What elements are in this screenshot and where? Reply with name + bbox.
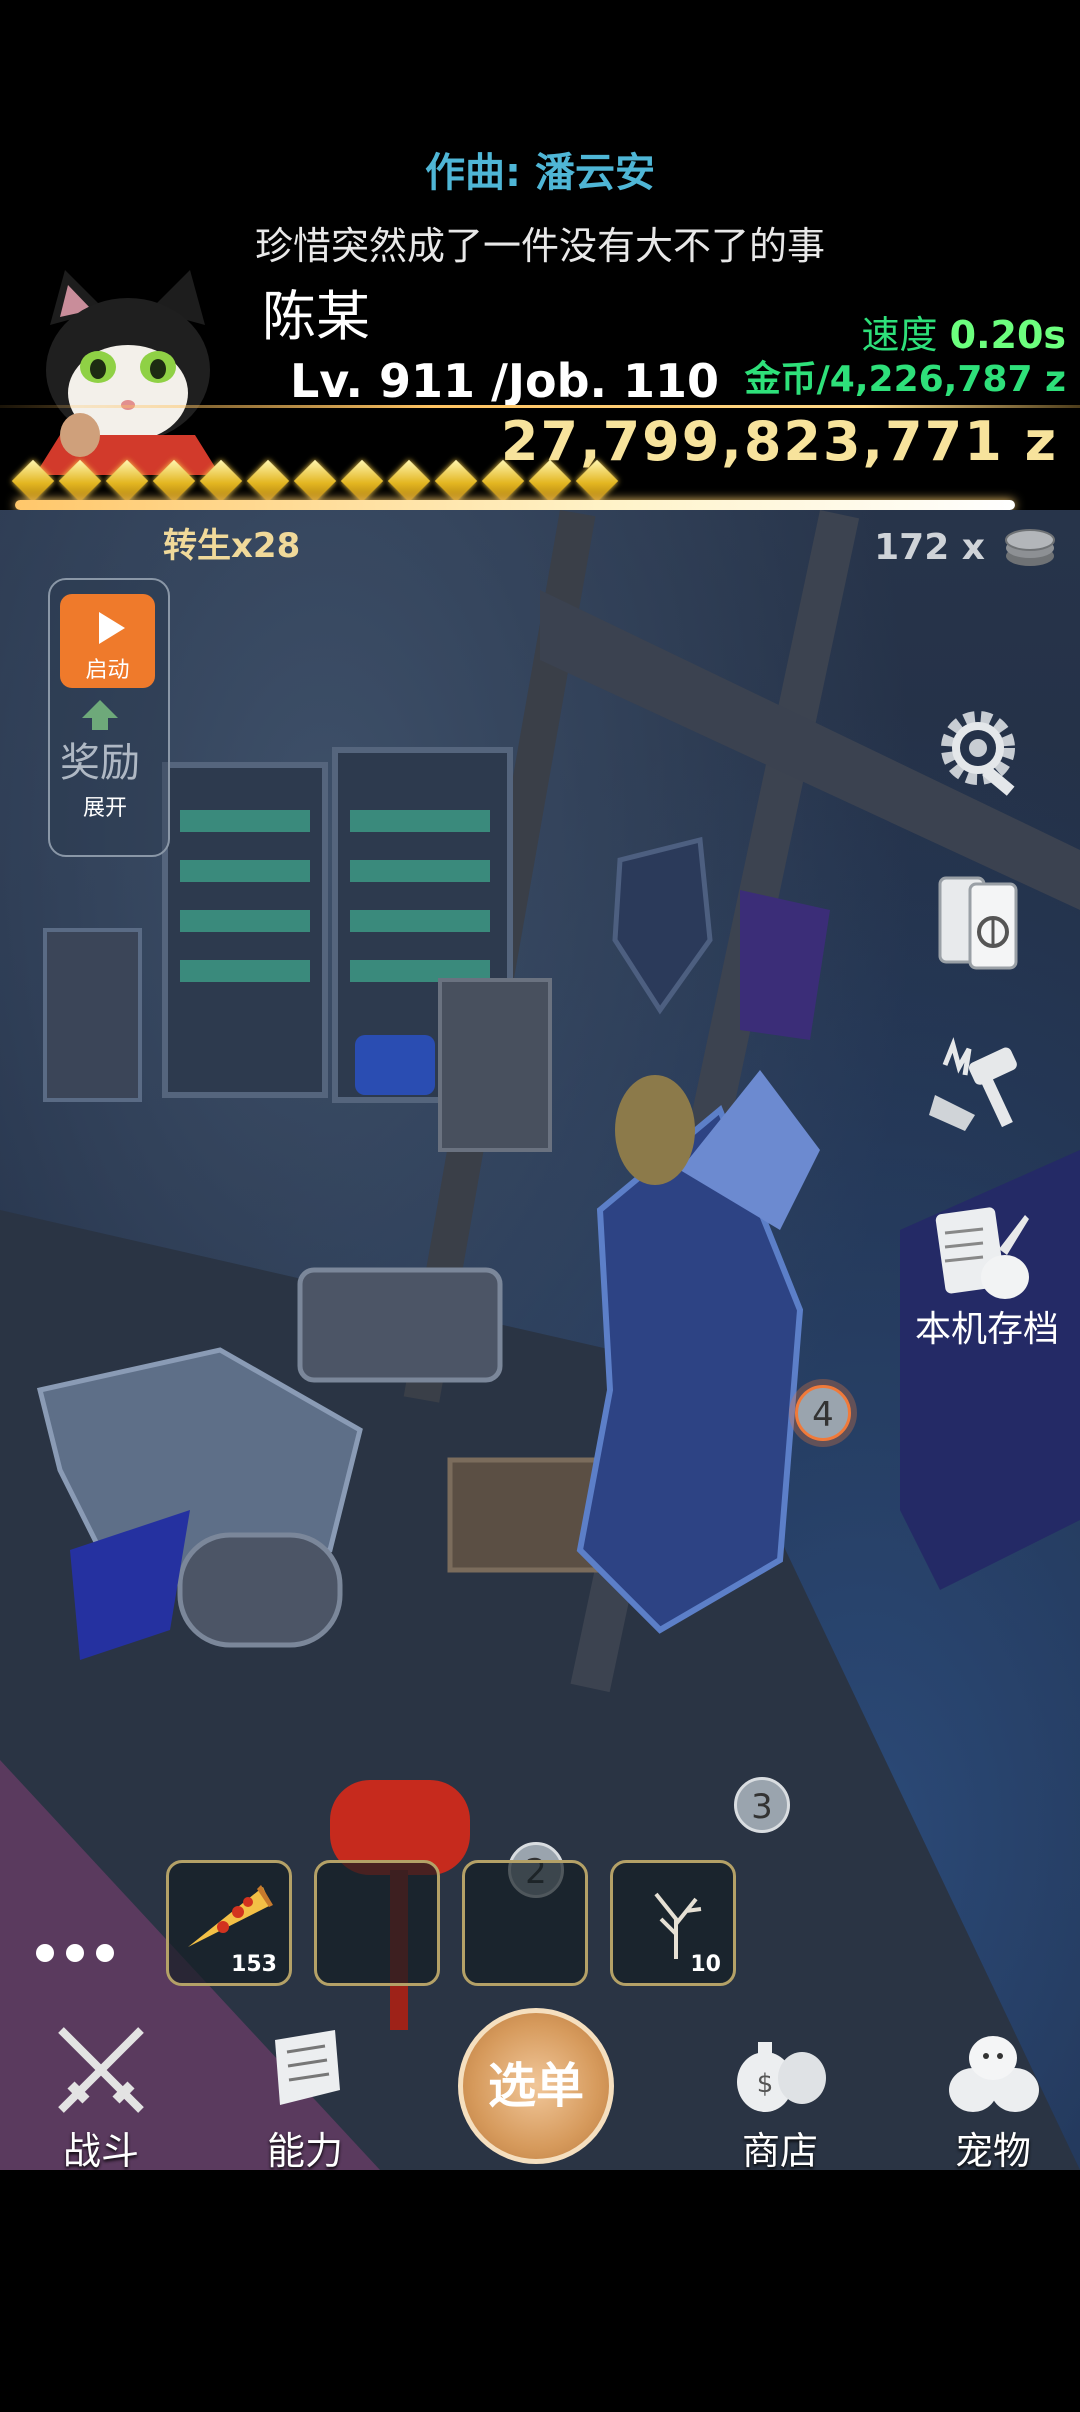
bottom-letterbox [0, 2170, 1080, 2412]
coin-stack-icon [1005, 529, 1055, 566]
menu-button[interactable]: 选单 [458, 2008, 614, 2164]
item-slot-pizza[interactable]: 153 [166, 1860, 292, 1986]
play-icon [98, 612, 125, 644]
composer-credit: 作曲: 潘云安 [425, 150, 655, 196]
nav-ability-label: 能力 [266, 2129, 343, 2173]
save-label: 本机存档 [915, 1309, 1060, 1350]
level-job: Lv. 911 /Job. 110 [290, 354, 720, 408]
branch-icon [654, 1892, 702, 1959]
scroll-icon [275, 2030, 340, 2105]
gear-icon[interactable] [930, 700, 1026, 796]
crossed-swords-icon [58, 2027, 144, 2113]
nav-pet[interactable]: 宠物 [918, 2020, 1068, 2175]
item-count: 10 [690, 1952, 721, 1977]
item-count: 153 [231, 1952, 277, 1977]
nav-battle-label: 战斗 [62, 2129, 139, 2173]
coin-count: 172 x [874, 527, 985, 568]
nav-shop-label: 商店 [741, 2129, 818, 2173]
pet-icon [949, 2036, 1039, 2112]
gold-rate: 金币/4,226,787 z [744, 359, 1066, 400]
nav-ability[interactable]: 能力 [230, 2020, 380, 2175]
nav-shop[interactable]: $ 商店 [705, 2020, 855, 2175]
pizza-icon [188, 1885, 273, 1947]
nav-pet-label: 宠物 [954, 2129, 1031, 2173]
item-slot-branch[interactable]: 10 [610, 1860, 736, 1986]
stage-diamonds [11, 459, 619, 503]
lyric-line: 珍惜突然成了一件没有大不了的事 [254, 224, 825, 268]
menu-label: 选单 [487, 2058, 584, 2114]
arrow-up-icon [82, 700, 118, 730]
money-bag-icon: $ [737, 2042, 826, 2112]
item-slot-mailbox[interactable] [314, 1860, 440, 1986]
progress-bar [15, 500, 1015, 510]
cat-avatar[interactable] [20, 265, 235, 475]
stage-marker-3[interactable]: 3 [734, 1777, 790, 1833]
expand-button[interactable]: 展开 [83, 790, 127, 822]
player-name: 陈某 [262, 285, 370, 348]
more-options-button[interactable] [36, 1944, 114, 1962]
hammer-icon[interactable] [925, 1035, 1031, 1135]
book-icon[interactable] [930, 870, 1026, 974]
save-scroll-icon[interactable] [925, 1205, 1035, 1305]
reward-label: 奖励 [60, 740, 140, 786]
stage-marker-4[interactable]: 4 [795, 1385, 851, 1441]
item-slot-empty[interactable] [462, 1860, 588, 1986]
start-button[interactable]: 启动 [60, 594, 155, 688]
svg-text:$: $ [757, 2069, 774, 2099]
total-currency: 27,799,823,771 z [500, 410, 1058, 473]
rebirth-count: 转生x28 [163, 526, 301, 566]
nav-battle[interactable]: 战斗 [26, 2020, 176, 2175]
start-label: 启动 [85, 658, 130, 683]
header-divider [0, 405, 1080, 408]
